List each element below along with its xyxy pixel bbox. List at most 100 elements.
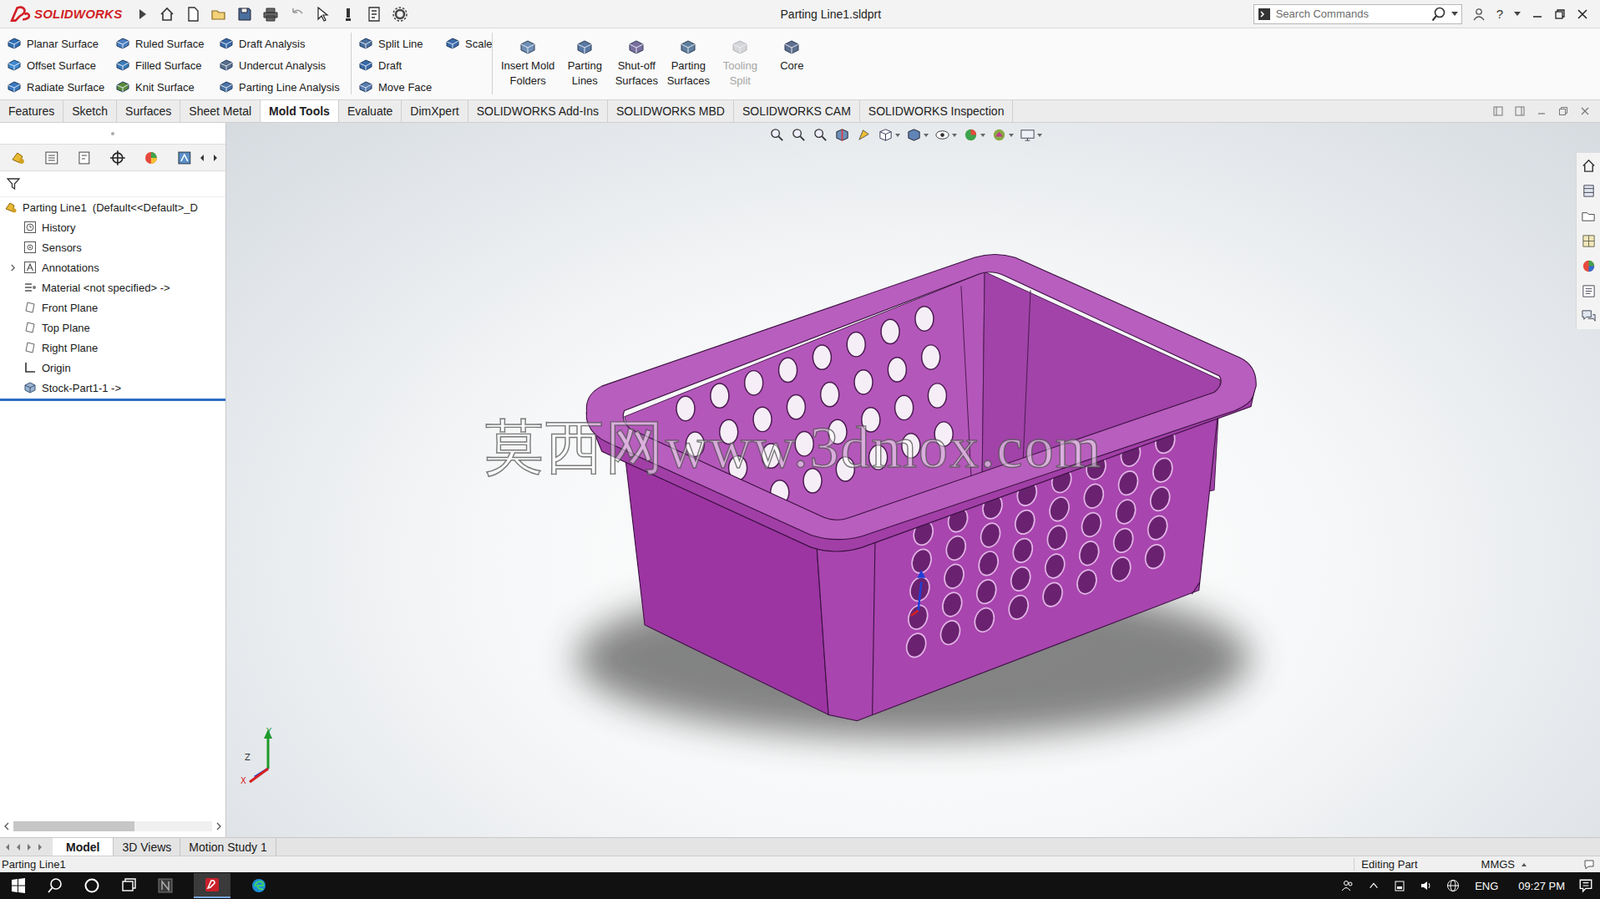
clock[interactable]: 09:27 PM bbox=[1518, 879, 1565, 892]
scroll-right-arrow-icon[interactable] bbox=[215, 821, 223, 831]
people-icon[interactable] bbox=[1341, 878, 1355, 892]
hud-tool[interactable] bbox=[834, 126, 851, 143]
search-commands[interactable]: Search Commands bbox=[1253, 4, 1463, 25]
minimize-icon[interactable] bbox=[1531, 8, 1544, 21]
network-globe-icon[interactable] bbox=[1446, 878, 1460, 892]
tile-icon[interactable] bbox=[1493, 106, 1504, 117]
command-tab[interactable]: Evaluate bbox=[339, 100, 402, 122]
input-language[interactable]: ENG bbox=[1474, 879, 1499, 892]
large-tool-button[interactable]: Insert MoldFolders bbox=[497, 32, 558, 91]
hud-tool[interactable] bbox=[934, 126, 957, 143]
command-tab[interactable]: Sheet Metal bbox=[180, 100, 261, 122]
volume-icon[interactable] bbox=[1419, 878, 1433, 892]
displaymanager-icon[interactable] bbox=[142, 149, 160, 167]
expand-arrow-icon[interactable] bbox=[10, 263, 16, 272]
tool-button[interactable]: Knit Surface bbox=[115, 75, 219, 98]
scroll-thumb[interactable] bbox=[13, 820, 135, 831]
unit-system[interactable]: MMGS bbox=[1481, 857, 1515, 871]
view-palette-icon[interactable] bbox=[1580, 232, 1597, 249]
tree-item[interactable]: Material <not specified> -> bbox=[0, 277, 226, 298]
rebuild-icon[interactable] bbox=[339, 5, 357, 23]
notifications-icon[interactable] bbox=[1578, 877, 1594, 893]
help-button[interactable]: ? bbox=[1496, 6, 1504, 21]
graphics-area[interactable]: 莫西网www.3dmox.comYZX bbox=[226, 122, 1600, 837]
command-tab[interactable]: SOLIDWORKS Inspection bbox=[860, 100, 1014, 122]
hud-tool[interactable] bbox=[877, 126, 901, 143]
hud-tool[interactable] bbox=[855, 126, 872, 143]
dropdown-caret-icon[interactable] bbox=[1451, 11, 1459, 17]
appearances-icon[interactable] bbox=[1580, 258, 1597, 274]
tool-button[interactable]: Ruled Surface bbox=[115, 32, 219, 55]
model-tab[interactable]: 3D Views bbox=[113, 837, 181, 856]
tab-nav-arrow-icon[interactable] bbox=[14, 842, 23, 851]
design-library-icon[interactable] bbox=[1580, 182, 1597, 199]
horizontal-scrollbar[interactable] bbox=[0, 818, 226, 834]
hud-tool[interactable] bbox=[769, 126, 785, 143]
hud-tool[interactable] bbox=[906, 126, 929, 143]
hud-tool[interactable] bbox=[1019, 126, 1043, 143]
tree-item[interactable]: History bbox=[0, 217, 226, 238]
tab-nav-arrow-icon[interactable] bbox=[35, 842, 45, 851]
battery-icon[interactable] bbox=[1392, 878, 1407, 892]
scroll-left-icon[interactable] bbox=[198, 153, 206, 163]
tree-item[interactable]: Stock-Part1-1 -> bbox=[0, 377, 226, 398]
command-tab[interactable]: SOLIDWORKS MBD bbox=[607, 100, 735, 122]
command-tab[interactable]: DimXpert bbox=[401, 100, 468, 122]
windows-start-icon[interactable] bbox=[10, 876, 27, 894]
search-icon[interactable] bbox=[46, 876, 64, 894]
menu-flyout-icon[interactable] bbox=[138, 8, 147, 21]
units-caret-icon[interactable] bbox=[1521, 862, 1527, 866]
doc-close-icon[interactable] bbox=[1579, 106, 1590, 117]
basket-model[interactable] bbox=[586, 254, 1256, 721]
show-hidden-icons-icon[interactable] bbox=[1367, 879, 1380, 892]
camfeaturemanager-icon[interactable] bbox=[176, 149, 193, 167]
tile-right-icon[interactable] bbox=[1514, 106, 1525, 117]
cortana-icon[interactable] bbox=[83, 876, 101, 894]
command-tab[interactable]: Mold Tools bbox=[260, 100, 340, 122]
tree-item[interactable]: Sensors bbox=[0, 237, 226, 258]
tree-item[interactable]: Right Plane bbox=[0, 337, 226, 358]
featuremanager-icon[interactable] bbox=[10, 149, 27, 167]
command-tab[interactable]: Features bbox=[0, 100, 64, 122]
scroll-left-arrow-icon[interactable] bbox=[3, 821, 11, 831]
print-icon[interactable] bbox=[262, 5, 279, 23]
user-icon[interactable] bbox=[1472, 7, 1486, 21]
hud-tool[interactable] bbox=[812, 126, 829, 143]
tab-nav-arrow-icon[interactable] bbox=[25, 842, 34, 851]
tool-button[interactable]: Planar Surface bbox=[6, 32, 116, 55]
scroll-right-icon[interactable] bbox=[212, 153, 219, 163]
tool-button[interactable]: Draft bbox=[358, 54, 446, 76]
tool-button[interactable]: Draft Analysis bbox=[218, 32, 351, 55]
hud-tool[interactable] bbox=[991, 126, 1014, 143]
tree-item[interactable]: Top Plane bbox=[0, 317, 226, 338]
tool-button[interactable]: Filled Surface bbox=[115, 54, 219, 76]
solidworks-taskbar-button[interactable] bbox=[193, 872, 231, 898]
large-tool-button[interactable]: PartingSurfaces bbox=[663, 32, 714, 91]
custom-status-icon[interactable] bbox=[1583, 858, 1595, 871]
model-tab[interactable]: Model bbox=[52, 837, 114, 856]
tool-button[interactable]: Undercut Analysis bbox=[218, 54, 351, 76]
large-tool-button[interactable]: Core bbox=[766, 32, 817, 76]
tool-button[interactable]: Parting Line Analysis bbox=[218, 75, 351, 98]
doc-restore-icon[interactable] bbox=[1558, 106, 1569, 117]
tool-button[interactable]: Move Face bbox=[358, 75, 446, 98]
command-tab[interactable]: Sketch bbox=[63, 100, 117, 122]
file-explorer-icon[interactable] bbox=[1580, 207, 1597, 224]
save-icon[interactable] bbox=[236, 5, 254, 23]
hud-tool[interactable] bbox=[790, 126, 807, 143]
select-icon[interactable] bbox=[313, 5, 331, 23]
panel-grip[interactable] bbox=[0, 122, 226, 144]
dimxpertmanager-icon[interactable] bbox=[109, 149, 127, 167]
magnifier-icon[interactable] bbox=[1431, 6, 1447, 22]
command-tab[interactable]: SOLIDWORKS Add-Ins bbox=[468, 100, 608, 122]
help-caret-icon[interactable] bbox=[1513, 11, 1521, 17]
tab-nav-arrow-icon[interactable] bbox=[3, 842, 12, 851]
command-tab[interactable]: Surfaces bbox=[116, 100, 181, 122]
model-canvas[interactable] bbox=[226, 122, 1600, 837]
rollback-bar[interactable] bbox=[0, 398, 226, 401]
tree-item[interactable]: Front Plane bbox=[0, 297, 226, 318]
model-tab[interactable]: Motion Study 1 bbox=[180, 837, 276, 856]
home-icon[interactable] bbox=[158, 5, 176, 23]
close-icon[interactable] bbox=[1576, 8, 1589, 21]
command-tab[interactable]: SOLIDWORKS CAM bbox=[734, 100, 861, 122]
